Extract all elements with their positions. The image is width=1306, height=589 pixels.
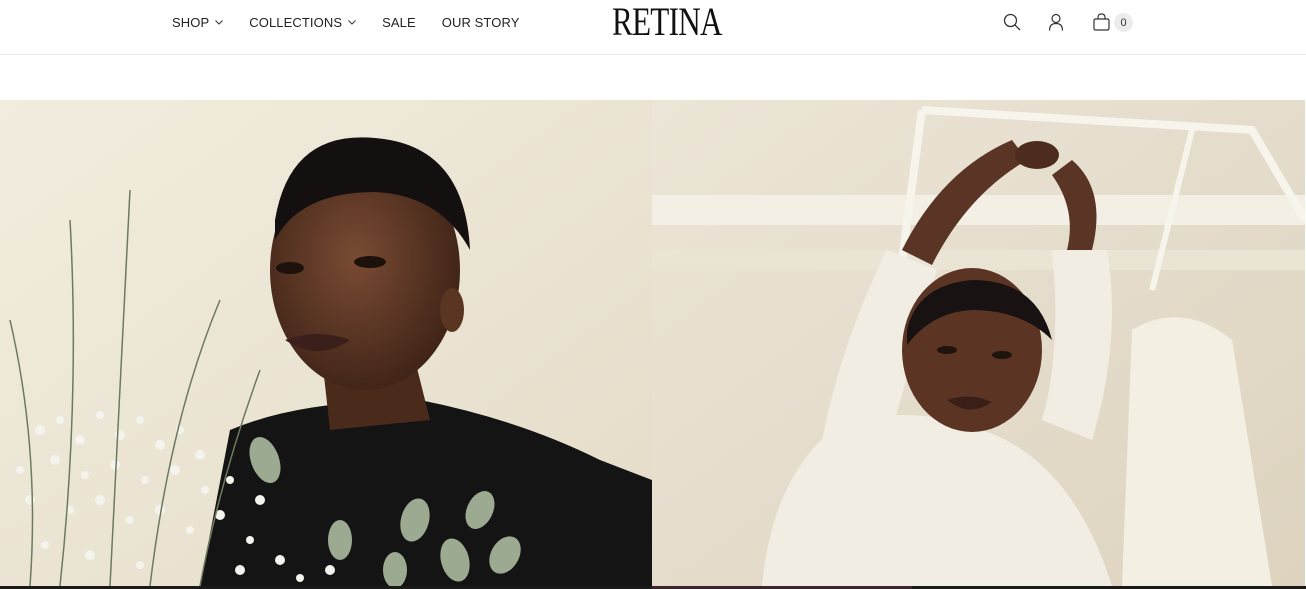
nav-item-label: OUR STORY (441, 15, 520, 30)
hero-image-right[interactable] (652, 100, 1305, 586)
search-icon[interactable] (1003, 13, 1021, 31)
nav-item-our-story[interactable]: OUR STORY (442, 15, 520, 30)
nav-item-label: SALE (382, 15, 416, 30)
chevron-down-icon (348, 20, 356, 25)
cart-count-badge[interactable]: 0 (1114, 13, 1133, 32)
account-icon[interactable] (1047, 13, 1065, 31)
chevron-down-icon (215, 20, 224, 25)
cart-icon[interactable] (1093, 13, 1110, 31)
nav-item-label: SHOP (172, 15, 210, 30)
nav-item-collections[interactable]: COLLECTIONS (249, 15, 356, 30)
site-header: SHOP COLLECTIONS SALE OUR STORY RETINA 0 (0, 0, 1306, 55)
nav-item-sale[interactable]: SALE (382, 15, 416, 30)
hero-banner (0, 100, 1306, 589)
main-nav: SHOP COLLECTIONS SALE OUR STORY (172, 0, 545, 45)
hero-image-left[interactable] (0, 100, 652, 586)
nav-item-shop[interactable]: SHOP (172, 15, 224, 30)
site-logo[interactable]: RETINA (612, 2, 722, 42)
nav-item-label: COLLECTIONS (249, 15, 343, 30)
